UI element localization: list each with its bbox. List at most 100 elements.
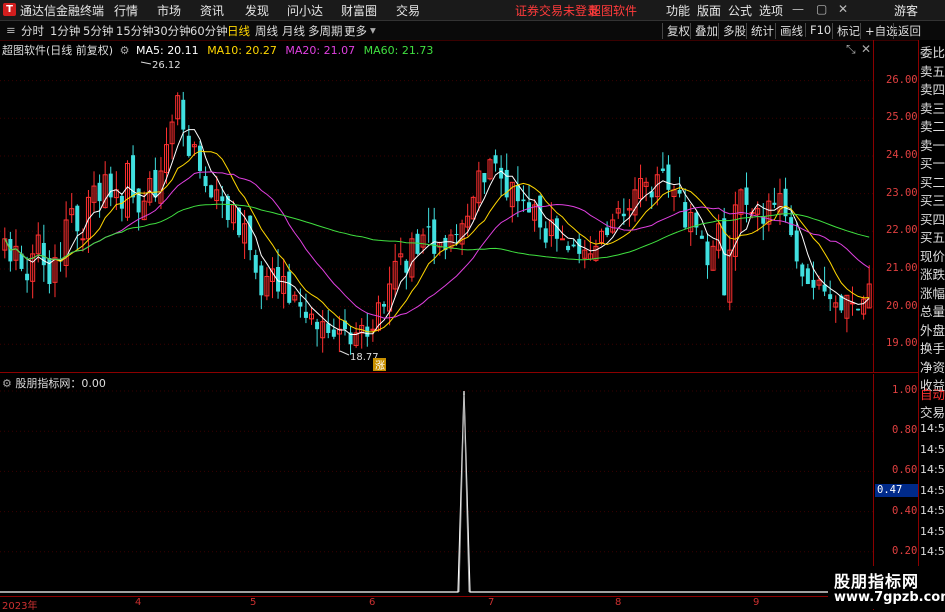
kline-y-tick: 26.00	[886, 73, 918, 86]
shrink-icon[interactable]: ⤡	[846, 42, 856, 57]
btn-add-watchlist[interactable]: +自选	[860, 23, 898, 39]
signal-line	[0, 390, 873, 593]
tab-more[interactable]: 更多	[344, 23, 367, 39]
x-label-jun: 6	[369, 597, 376, 608]
menu-wenxiaoda[interactable]: 问小达	[287, 2, 323, 19]
gear-icon[interactable]: ⚙	[2, 377, 12, 390]
side-panel-item[interactable]: 卖三	[920, 98, 945, 117]
brand-link[interactable]: 超图软件	[589, 2, 637, 19]
close-panel-icon[interactable]: ✕	[861, 42, 871, 56]
btn-back[interactable]: 返回	[893, 23, 921, 39]
side-panel-item[interactable]: 买二	[920, 172, 945, 191]
side-panel-item[interactable]: 14:56	[920, 463, 945, 476]
btn-f10[interactable]: F10	[805, 23, 831, 37]
indicator-chart[interactable]	[0, 374, 873, 596]
chevron-down-icon[interactable]: ▾	[370, 23, 376, 37]
candle-body	[571, 244, 576, 247]
menu-gongneng[interactable]: 功能	[666, 2, 690, 19]
tab-30min[interactable]: 30分钟	[153, 23, 191, 39]
tab-5min[interactable]: 5分钟	[83, 23, 113, 39]
user-label[interactable]: 游客	[894, 2, 918, 19]
candle-body	[253, 255, 258, 273]
side-panel-item[interactable]: 买四	[920, 209, 945, 228]
side-panel-item[interactable]: 14:56	[920, 545, 945, 558]
tab-1min[interactable]: 1分钟	[50, 23, 80, 39]
gear-icon[interactable]: ⚙	[120, 44, 130, 57]
side-panel-item[interactable]: 14:56	[920, 504, 945, 517]
side-panel-item[interactable]: 换手	[920, 338, 945, 357]
candle-body	[426, 226, 431, 228]
kline-chart[interactable]: 26.1218.77涨	[0, 40, 873, 372]
side-panel-item[interactable]: 外盘	[920, 320, 945, 339]
title-bar: T 通达信金融终端 行情 市场 资讯 发现 问小达 财富圈 交易 证券交易未登录…	[0, 0, 945, 21]
x-label-apr: 4	[135, 597, 142, 608]
candle-body	[772, 202, 777, 205]
limit-up-marker: 涨	[375, 360, 385, 372]
menu-faxian[interactable]: 发现	[245, 2, 269, 19]
side-panel-item[interactable]: 卖四	[920, 79, 945, 98]
side-panel-item[interactable]: 总量	[920, 301, 945, 320]
menu-zixun[interactable]: 资讯	[200, 2, 224, 19]
btn-tongji[interactable]: 统计	[746, 23, 774, 39]
menu-banmian[interactable]: 版面	[697, 2, 721, 19]
side-panel-item[interactable]: 14:56	[920, 443, 945, 456]
side-panel-item[interactable]: 涨跌	[920, 264, 945, 283]
close-icon[interactable]: ✕	[838, 2, 848, 16]
side-panel-item[interactable]: 14:56	[920, 422, 945, 435]
side-panel-item[interactable]: 卖一	[920, 135, 945, 154]
side-panel-item[interactable]: 交易	[920, 402, 945, 421]
side-panel-item[interactable]: 14:56	[920, 525, 945, 538]
menu-icon[interactable]: ≡	[6, 23, 16, 37]
candle-body	[521, 199, 526, 202]
candle-body	[527, 202, 532, 213]
tab-60min[interactable]: 60分钟	[190, 23, 228, 39]
side-panel-item[interactable]: 卖二	[920, 116, 945, 135]
side-panel-item[interactable]: 买一	[920, 153, 945, 172]
side-panel-item[interactable]: 涨幅	[920, 283, 945, 302]
side-panel-item[interactable]: 自动	[920, 384, 945, 403]
candle-body	[80, 238, 86, 241]
indicator-y-tick: 0.60	[892, 464, 918, 477]
menu-xuanxiang[interactable]: 选项	[759, 2, 783, 19]
candle-body	[97, 182, 102, 202]
menu-gongshi[interactable]: 公式	[728, 2, 752, 19]
tab-monthly[interactable]: 月线	[282, 23, 305, 39]
menu-caifuquan[interactable]: 财富圈	[341, 2, 377, 19]
tab-15min[interactable]: 15分钟	[116, 23, 154, 39]
candle-body	[566, 245, 571, 251]
tab-multi-period[interactable]: 多周期	[308, 23, 343, 39]
candle-body	[25, 273, 30, 281]
tab-daily[interactable]: 日线	[227, 23, 250, 39]
tab-weekly[interactable]: 周线	[255, 23, 278, 39]
candle-body	[197, 145, 202, 172]
indicator-y-tick: 0.80	[892, 424, 918, 437]
candle-body	[326, 323, 331, 333]
menu-hangqing[interactable]: 行情	[114, 2, 138, 19]
menu-jiaoyi[interactable]: 交易	[396, 2, 420, 19]
menu-shichang[interactable]: 市场	[157, 2, 181, 19]
side-panel-item[interactable]: 买五	[920, 227, 945, 246]
btn-huaxian[interactable]: 画线	[775, 23, 803, 39]
candle-body	[683, 202, 688, 228]
quote-side-panel: 委比 卖五 卖四 卖三 卖二 卖一 买一 买二 买三 买四 买五 现价 涨跌 涨幅 总量 外盘 换手 净资 收益 自动…	[918, 40, 945, 609]
candle-body	[209, 185, 214, 198]
side-panel-item[interactable]: 14:56	[920, 484, 945, 497]
minimize-icon[interactable]: —	[792, 2, 804, 16]
btn-diejia[interactable]: 叠加	[690, 23, 718, 39]
side-panel-item[interactable]: 卖五	[920, 61, 945, 80]
side-panel-item[interactable]: 净资	[920, 357, 945, 376]
candle-body	[303, 311, 308, 318]
restore-icon[interactable]: ▢	[816, 2, 827, 16]
trade-login-warning[interactable]: 证券交易未登录	[515, 2, 599, 19]
btn-fuquan[interactable]: 复权	[662, 23, 690, 39]
candle-body	[621, 213, 626, 217]
side-panel-item[interactable]: 买三	[920, 190, 945, 209]
btn-biaoji[interactable]: 标记	[832, 23, 860, 39]
tab-fenshi[interactable]: 分时	[21, 23, 44, 39]
side-panel-item[interactable]: 委比	[920, 42, 945, 61]
btn-duogu[interactable]: 多股	[718, 23, 746, 39]
kline-y-tick: 19.00	[886, 337, 918, 350]
candle-body	[382, 303, 387, 307]
side-panel-item[interactable]: 现价	[920, 246, 945, 265]
high-price-pointer	[140, 61, 152, 65]
